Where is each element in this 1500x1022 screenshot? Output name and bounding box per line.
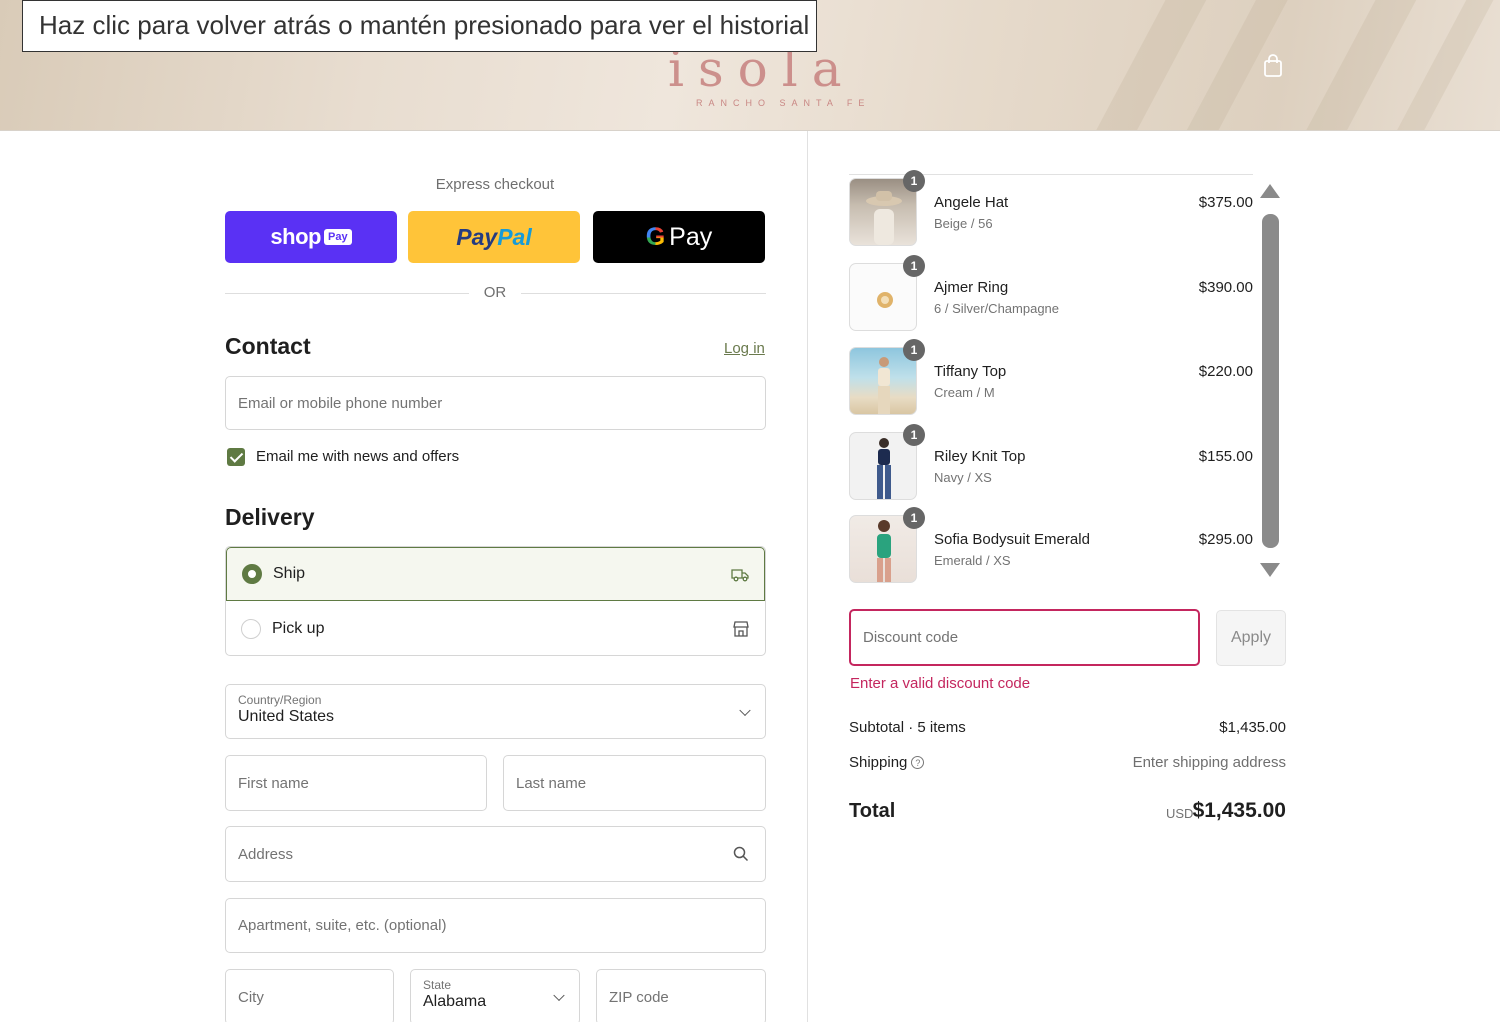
cart-item: 1 Riley Knit Top Navy / XS $155.00 (849, 424, 1253, 502)
apartment-input[interactable] (226, 899, 765, 952)
quantity-badge: 1 (903, 424, 925, 446)
first-name-field[interactable] (225, 755, 487, 811)
item-price: $390.00 (1198, 279, 1253, 296)
quantity-badge: 1 (903, 255, 925, 277)
item-name: Tiffany Top (934, 363, 1007, 380)
discount-code-field[interactable] (849, 609, 1200, 666)
item-name: Ajmer Ring (934, 279, 1009, 296)
or-divider-right (521, 293, 766, 294)
shop-pay-button[interactable]: shop Pay (225, 211, 397, 263)
paypal-button[interactable]: PayPal (408, 211, 580, 263)
google-g-icon: G (645, 222, 666, 251)
shipping-label: Shipping (849, 754, 908, 771)
cart-scrollbar-thumb[interactable] (1262, 214, 1279, 548)
state-select[interactable]: State Alabama (410, 969, 580, 1022)
google-pay-button[interactable]: G Pay (593, 211, 765, 263)
email-field[interactable] (225, 376, 766, 430)
discount-error-message: Enter a valid discount code (850, 675, 1031, 692)
pickup-radio[interactable] (241, 619, 261, 639)
item-variant: 6 / Silver/Champagne (934, 301, 1060, 316)
address-input[interactable] (226, 827, 765, 881)
paypal-logo: PayPal (456, 223, 532, 250)
column-divider (807, 131, 808, 1022)
subtotal-value: $1,435.00 (1219, 719, 1286, 736)
item-variant: Navy / XS (934, 470, 992, 485)
discount-code-input[interactable] (851, 611, 1198, 664)
shop-pay-badge: Pay (323, 229, 352, 245)
zip-field[interactable] (596, 969, 766, 1022)
subtotal-label: Subtotal · 5 items (849, 719, 966, 736)
country-select[interactable]: Country/Region United States (225, 684, 766, 739)
shipping-label-row: Shipping? (849, 754, 925, 771)
pickup-label: Pick up (272, 620, 325, 637)
apartment-field[interactable] (225, 898, 766, 953)
last-name-field[interactable] (503, 755, 766, 811)
store-icon (733, 621, 749, 637)
delivery-option-pickup[interactable]: Pick up (226, 602, 765, 655)
quantity-badge: 1 (903, 170, 925, 192)
decorative-shadow (1271, 0, 1425, 130)
login-link[interactable]: Log in (724, 340, 765, 357)
newsletter-checkbox[interactable] (227, 448, 245, 466)
last-name-input[interactable] (504, 756, 765, 810)
email-input[interactable] (226, 377, 765, 429)
zip-input[interactable] (597, 970, 765, 1022)
cart-item: 1 Tiffany Top Cream / M $220.00 (849, 339, 1253, 417)
shipping-value: Enter shipping address (1132, 754, 1286, 771)
quantity-badge: 1 (903, 507, 925, 529)
item-name: Riley Knit Top (934, 448, 1026, 465)
total-value: $1,435.00 (1192, 799, 1286, 822)
country-label: Country/Region (238, 693, 322, 707)
item-name: Angele Hat (934, 194, 1009, 211)
contact-title: Contact (225, 333, 311, 359)
shop-pay-text: shop (270, 224, 321, 249)
browser-back-tooltip: Haz clic para volver atrás o mantén pres… (22, 0, 817, 52)
item-name: Sofia Bodysuit Emerald (934, 531, 1090, 548)
shopping-bag-icon[interactable] (1262, 54, 1284, 78)
decorative-shadow (1061, 0, 1215, 130)
item-price: $220.00 (1198, 363, 1253, 380)
state-value: Alabama (423, 993, 487, 1010)
delivery-method-group: Ship Pick up (225, 546, 766, 656)
item-price: $155.00 (1198, 448, 1253, 465)
express-checkout-label: Express checkout (435, 176, 555, 193)
item-variant: Cream / M (934, 385, 995, 400)
search-icon (733, 846, 749, 862)
cart-item: 1 Sofia Bodysuit Emerald Emerald / XS $2… (849, 507, 1253, 585)
delivery-option-ship[interactable]: Ship (226, 547, 765, 601)
cart-item: 1 Angele Hat Beige / 56 $375.00 (849, 170, 1253, 248)
store-logo-subtitle: RANCHO SANTA FE (696, 98, 871, 108)
ship-label: Ship (273, 565, 306, 582)
cart-item: 1 Ajmer Ring 6 / Silver/Champagne $390.0… (849, 255, 1253, 333)
or-divider-text: OR (483, 284, 507, 301)
total-currency: USD (1166, 806, 1194, 821)
newsletter-label: Email me with news and offers (256, 448, 460, 465)
delivery-title: Delivery (225, 504, 315, 530)
city-input[interactable] (226, 970, 393, 1022)
country-value: United States (238, 708, 335, 725)
item-variant: Beige / 56 (934, 216, 993, 231)
scroll-up-arrow[interactable] (1260, 184, 1280, 198)
scroll-down-arrow[interactable] (1260, 563, 1280, 577)
item-price: $295.00 (1198, 531, 1253, 548)
ship-radio[interactable] (242, 564, 262, 584)
item-variant: Emerald / XS (934, 553, 1011, 568)
google-pay-logo: G Pay (645, 222, 713, 251)
total-label: Total (849, 800, 896, 822)
or-divider-left (225, 293, 469, 294)
help-icon[interactable]: ? (911, 756, 925, 769)
apply-discount-button[interactable]: Apply (1216, 610, 1286, 666)
address-field[interactable] (225, 826, 766, 882)
truck-icon (731, 569, 749, 582)
quantity-badge: 1 (903, 339, 925, 361)
item-price: $375.00 (1198, 194, 1253, 211)
state-label: State (423, 978, 452, 992)
first-name-input[interactable] (226, 756, 486, 810)
city-field[interactable] (225, 969, 394, 1022)
